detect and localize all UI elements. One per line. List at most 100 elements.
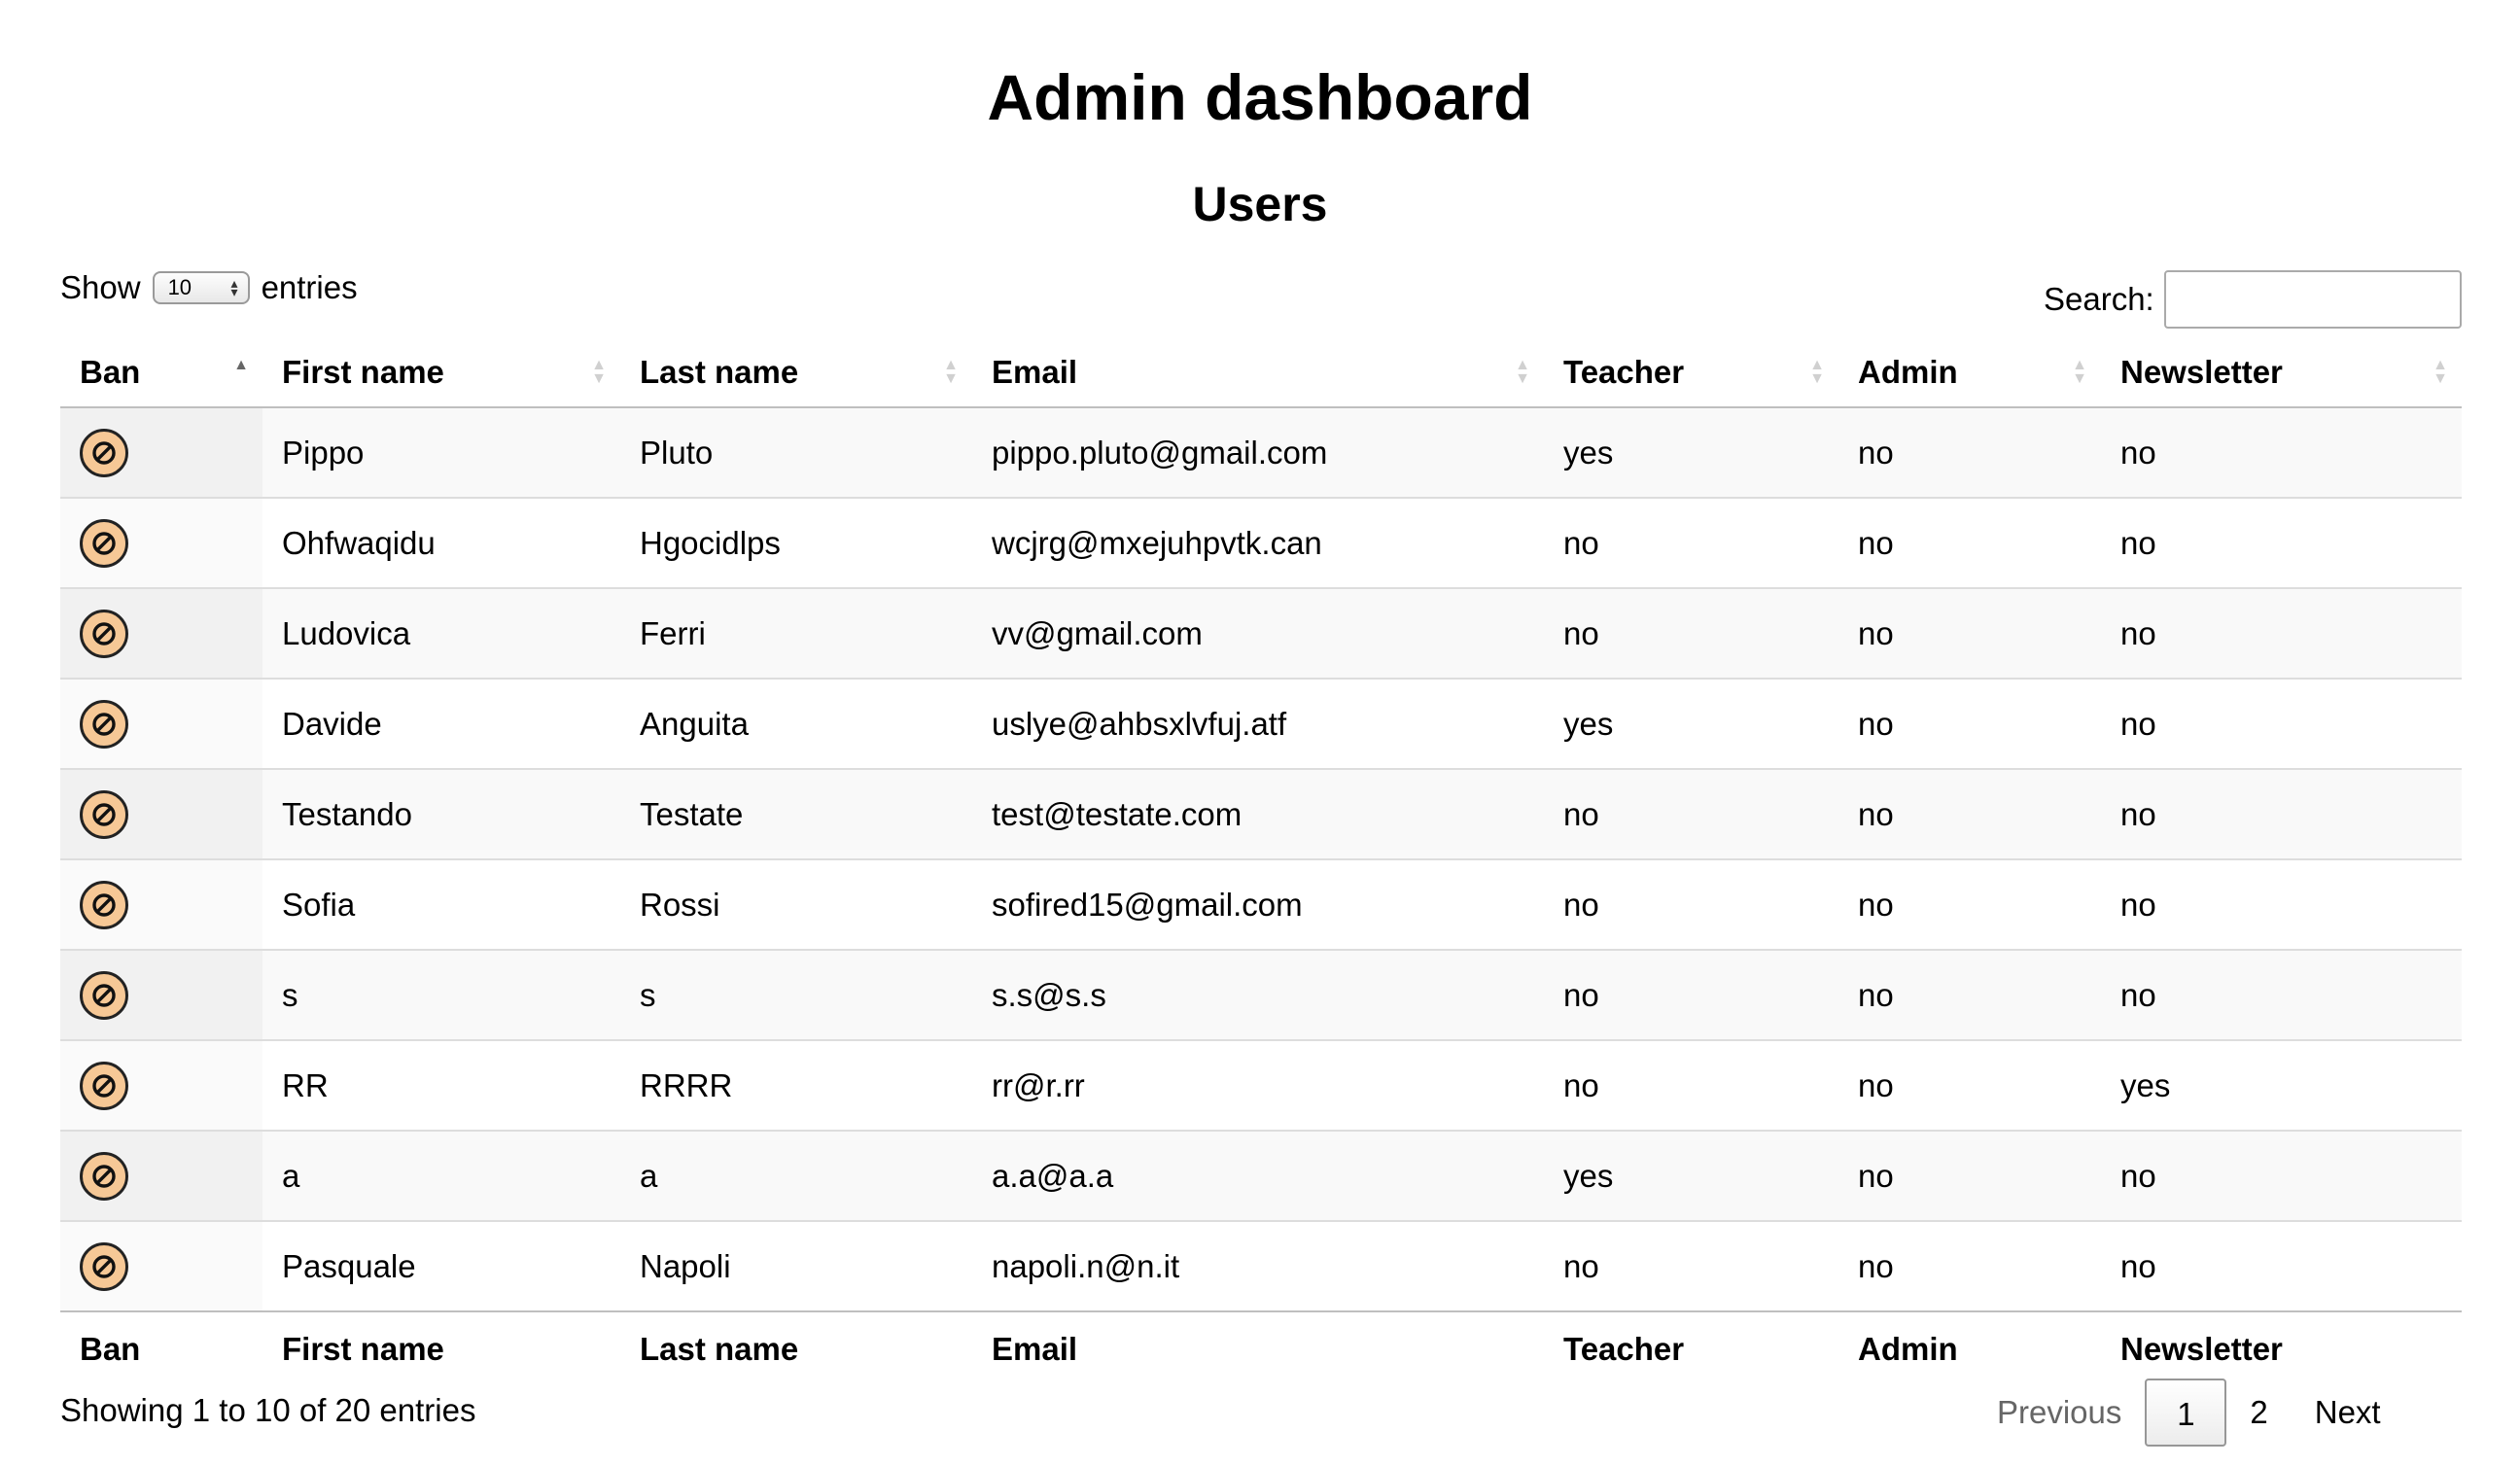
cell-first: Ohfwaqidu [262,498,620,589]
table-body: Pippo Pluto pippo.pluto@gmail.com yes no no Oh… [60,407,2462,1311]
ban-button[interactable] [80,789,128,839]
cell-teacher: no [1544,1040,1838,1132]
column-header-label: Teacher [1563,354,1685,390]
cell-admin: no [1838,950,2101,1041]
column-header-email[interactable]: Email ▲ ▼ [972,338,1544,408]
page-button-2[interactable]: 2 [2226,1379,2291,1447]
table-row: RR RRRR rr@r.rr no no yes [60,1040,2462,1132]
column-header-first-name[interactable]: First name ▲ ▼ [262,338,620,408]
ban-button[interactable] [80,1241,128,1291]
cell-teacher: no [1563,1247,1599,1284]
cell-email: napoli.n@n.it [992,1247,1180,1284]
cell-admin: no [1838,769,2101,860]
column-header-ban[interactable]: Ban ▲ ▼ [60,338,262,408]
page-button-1[interactable]: 1 [2145,1379,2227,1447]
next-button[interactable]: Next [2292,1379,2404,1447]
cell-admin: no [1838,1131,2101,1222]
sort-icon: ▲ ▼ [2072,357,2087,387]
ban-button[interactable] [80,428,128,477]
ban-button[interactable] [80,518,128,568]
column-header-admin[interactable]: Admin ▲ ▼ [1838,338,2101,408]
length-suffix: entries [261,269,358,305]
ban-button[interactable] [80,1061,128,1110]
cell-teacher: no [1544,950,1838,1041]
ban-icon [92,1073,116,1098]
cell-last: Rossi [620,859,972,951]
column-header-label: Admin [1858,354,1958,390]
column-header-label: Newsletter [2120,354,2283,390]
table-row: a a a.a@a.a yes no no [60,1131,2462,1222]
cell-last: a [620,1131,972,1222]
length-prefix: Show [60,269,141,305]
column-header-last-name[interactable]: Last name ▲ ▼ [620,338,972,408]
ban-button[interactable] [80,880,128,929]
ban-cell [60,950,262,1041]
column-header-label: First name [282,354,444,390]
ban-button[interactable] [80,970,128,1020]
cell-email: test@testate.com [972,769,1544,860]
cell-last: RRRR [620,1040,972,1132]
cell-teacher: no [1544,769,1838,860]
search-label: Search: [2044,281,2154,317]
cell-newsletter: no [2101,588,2462,680]
sort-icon: ▲ ▼ [591,357,607,387]
column-footer-first-name: First name [262,1310,620,1386]
cell-last: Napoli [640,1247,731,1284]
cell-email: uslye@ahbsxlvfuj.atf [972,679,1544,770]
ban-icon [92,440,116,465]
table-row: Testando Testate test@testate.com no no no [60,769,2462,860]
column-footer-ban: Ban [60,1310,262,1386]
cell-first: s [262,950,620,1041]
ban-icon [92,892,116,917]
cell-teacher: no [1544,498,1838,589]
ban-icon [92,621,116,646]
cell-email: pippo.pluto@gmail.com [972,407,1544,499]
ban-button[interactable] [80,699,128,749]
ban-button[interactable] [80,1151,128,1201]
table-footer: Ban First name Last name Email Teacher Admin N… [60,1310,2462,1386]
cell-newsletter: no [2101,859,2462,951]
column-header-newsletter[interactable]: Newsletter ▲ ▼ [2101,338,2462,408]
ban-cell [60,1221,262,1311]
table-header: Ban ▲ ▼ First name ▲ ▼ Last name ▲ ▼ Email ▲ ▼ Teach… [60,338,2462,408]
cell-newsletter: no [2101,679,2462,770]
ban-button[interactable] [80,609,128,658]
cell-email: a.a@a.a [972,1131,1544,1222]
entries-select[interactable]: 10 ▴ ▾ [152,271,250,304]
table-row: Ludovica Ferri vv@gmail.com no no no [60,588,2462,680]
table-row: Pasquale Napoli napoli.n@n.it no no no [60,1221,2462,1311]
cell-admin: no [1838,498,2101,589]
table-info: Showing 1 to 10 of 20 entries [60,1392,476,1428]
column-footer-teacher: Teacher [1544,1310,1838,1386]
table-row: Sofia Rossi sofired15@gmail.com no no no [60,859,2462,951]
cell-first: RR [262,1040,620,1132]
cell-last: Anguita [620,679,972,770]
column-footer-newsletter: Newsletter [2101,1310,2462,1386]
ban-cell [60,588,262,680]
column-footer-last-name: Last name [620,1310,972,1386]
cell-last: Testate [620,769,972,860]
ban-cell [60,407,262,499]
cell-email: s.s@s.s [972,950,1544,1041]
cell-last: s [620,950,972,1041]
column-footer-label: Newsletter [2120,1331,2283,1367]
sort-icon: ▲ ▼ [1809,357,1825,387]
ban-cell [60,769,262,860]
cell-admin: no [1858,1247,1894,1284]
search-input[interactable] [2163,270,2462,329]
cell-email: rr@r.rr [972,1040,1544,1132]
cell-last: Pluto [620,407,972,499]
admin-page: Admin dashboard Users Show 10 ▴ ▾ entries… [0,0,2520,1466]
column-footer-label: Teacher [1563,1331,1685,1367]
pagination: Previous 1 2 Next [1974,1379,2404,1447]
cell-first: Pasquale [282,1247,416,1284]
previous-button[interactable]: Previous [1974,1379,2145,1447]
column-header-label: Last name [640,354,799,390]
column-header-teacher[interactable]: Teacher ▲ ▼ [1544,338,1838,408]
cell-last: Ferri [620,588,972,680]
column-footer-admin: Admin [1838,1310,2101,1386]
ban-icon [92,1164,116,1188]
cell-first: Testando [262,769,620,860]
cell-admin: no [1838,679,2101,770]
ban-icon [92,802,116,826]
